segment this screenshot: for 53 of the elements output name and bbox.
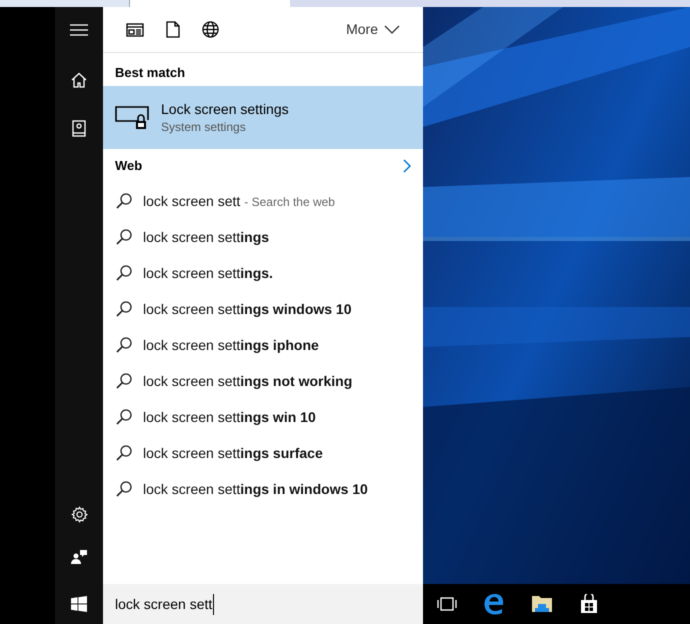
- search-icon: [115, 336, 133, 354]
- settings-icon[interactable]: [70, 506, 88, 523]
- best-match-item[interactable]: Lock screen settings System settings: [103, 86, 423, 149]
- windows-logo-icon: [71, 596, 87, 612]
- home-icon[interactable]: [71, 72, 87, 88]
- result-title: Lock screen settings: [161, 100, 289, 118]
- suggestion-hint: - Search the web: [244, 194, 335, 208]
- search-icon: [115, 264, 133, 282]
- suggestion-text: lock screen sett: [143, 192, 240, 208]
- apps-filter-icon[interactable]: [126, 22, 144, 36]
- suggestion-text: lock screen settings in windows 10: [143, 480, 368, 496]
- document-filter-icon[interactable]: [166, 21, 180, 38]
- suggestion-text: lock screen settings.: [143, 264, 273, 280]
- web-suggestion[interactable]: lock screen settings: [103, 219, 423, 255]
- task-view-icon[interactable]: [437, 597, 457, 611]
- section-heading: Best match: [114, 64, 186, 82]
- chevron-right-icon[interactable]: [403, 159, 411, 173]
- notebook-icon[interactable]: [72, 120, 86, 137]
- web-suggestion[interactable]: lock screen sett - Search the web: [103, 183, 423, 219]
- search-icon: [115, 408, 133, 426]
- web-suggestion[interactable]: lock screen settings in windows 10: [103, 471, 423, 507]
- result-subtitle: System settings: [161, 118, 247, 136]
- lock-screen-icon: [115, 106, 149, 130]
- chevron-down-icon: [384, 25, 400, 34]
- suggestion-text: lock screen settings windows 10: [143, 300, 352, 316]
- section-heading: Web: [115, 157, 142, 176]
- search-icon: [115, 444, 133, 462]
- globe-icon[interactable]: [202, 21, 219, 38]
- web-suggestion[interactable]: lock screen settings.: [103, 255, 423, 291]
- search-box[interactable]: lock screen sett: [103, 584, 423, 624]
- search-icon: [115, 372, 133, 390]
- search-input-text: lock screen sett: [115, 594, 214, 614]
- web-suggestion[interactable]: lock screen settings win 10: [103, 399, 423, 435]
- search-icon: [115, 192, 133, 210]
- suggestion-text: lock screen settings surface: [143, 444, 323, 460]
- web-suggestion[interactable]: lock screen settings iphone: [103, 327, 423, 363]
- search-icon: [115, 300, 133, 318]
- folder-icon[interactable]: [531, 595, 553, 613]
- search-icon: [115, 228, 133, 246]
- web-suggestion[interactable]: lock screen settings not working: [103, 363, 423, 399]
- suggestion-text: lock screen settings: [143, 228, 270, 244]
- suggestion-text: lock screen settings not working: [143, 372, 352, 388]
- menu-icon[interactable]: [70, 24, 88, 36]
- web-suggestion[interactable]: lock screen settings windows 10: [103, 291, 423, 327]
- store-icon[interactable]: [579, 594, 599, 614]
- browser-icon[interactable]: [483, 593, 505, 615]
- feedback-icon[interactable]: [71, 549, 87, 565]
- suggestion-text: lock screen settings win 10: [143, 408, 316, 424]
- web-suggestion[interactable]: lock screen settings surface: [103, 435, 423, 471]
- search-icon: [115, 480, 133, 498]
- more-filters-button[interactable]: More: [346, 19, 400, 40]
- suggestion-text: lock screen settings iphone: [143, 336, 319, 352]
- start-button[interactable]: [55, 584, 103, 624]
